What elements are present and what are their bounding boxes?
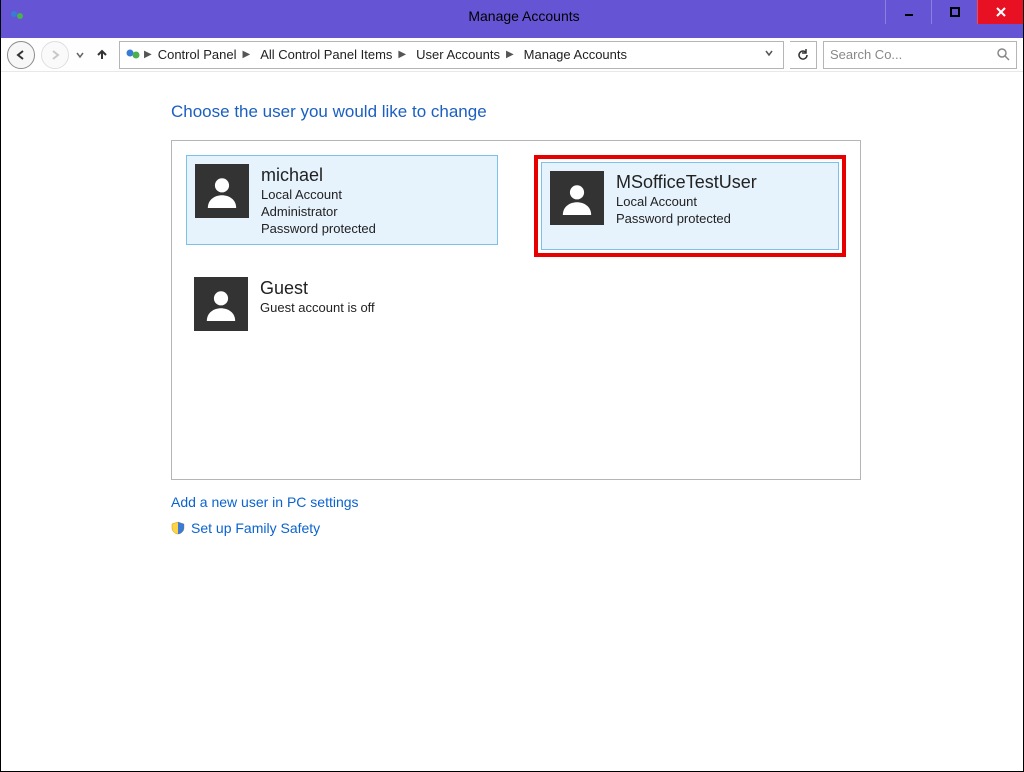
breadcrumb-item[interactable]: User Accounts▶ <box>412 47 518 62</box>
account-password: Password protected <box>616 211 757 228</box>
account-text: michael Local Account Administrator Pass… <box>261 164 376 236</box>
account-text: Guest Guest account is off <box>260 277 375 351</box>
back-button[interactable] <box>7 41 35 69</box>
page-heading: Choose the user you would like to change <box>171 102 1023 122</box>
breadcrumb-item[interactable]: Manage Accounts <box>520 47 631 62</box>
user-accounts-icon <box>124 46 142 64</box>
account-type: Local Account <box>261 187 376 204</box>
account-text: MSofficeTestUser Local Account Password … <box>616 171 757 241</box>
avatar-icon <box>194 277 248 331</box>
search-placeholder: Search Co... <box>830 47 991 62</box>
accounts-panel: michael Local Account Administrator Pass… <box>171 140 861 480</box>
content-area: Choose the user you would like to change… <box>1 72 1023 771</box>
add-user-link[interactable]: Add a new user in PC settings <box>171 494 1023 510</box>
up-button[interactable] <box>91 44 113 66</box>
titlebar: Manage Accounts <box>1 0 1023 32</box>
account-card-msofficetestuser[interactable]: MSofficeTestUser Local Account Password … <box>534 155 846 257</box>
account-status: Guest account is off <box>260 300 375 317</box>
chevron-right-icon: ▶ <box>144 49 152 60</box>
search-icon <box>997 48 1010 61</box>
account-password: Password protected <box>261 221 376 238</box>
close-button[interactable] <box>977 0 1023 24</box>
maximize-button[interactable] <box>931 0 977 24</box>
window-title: Manage Accounts <box>25 8 1023 24</box>
account-name: michael <box>261 164 376 187</box>
history-dropdown[interactable] <box>75 42 85 68</box>
breadcrumb-dropdown[interactable] <box>759 49 779 60</box>
app-icon <box>9 8 25 24</box>
account-name: MSofficeTestUser <box>616 171 757 194</box>
search-input[interactable]: Search Co... <box>823 41 1017 69</box>
account-type: Local Account <box>616 194 757 211</box>
window-frame: Manage Accounts <box>0 0 1024 772</box>
avatar-icon <box>550 171 604 225</box>
account-role: Administrator <box>261 204 376 221</box>
avatar-icon <box>195 164 249 218</box>
account-card-guest[interactable]: Guest Guest account is off <box>186 269 498 359</box>
shield-icon <box>171 521 185 535</box>
forward-button[interactable] <box>41 41 69 69</box>
refresh-button[interactable] <box>790 41 817 69</box>
window-controls <box>885 0 1023 24</box>
breadcrumb-item[interactable]: Control Panel▶ <box>154 47 254 62</box>
links-section: Add a new user in PC settings Set up Fam… <box>171 494 1023 536</box>
minimize-button[interactable] <box>885 0 931 24</box>
family-safety-link[interactable]: Set up Family Safety <box>171 520 1023 536</box>
account-name: Guest <box>260 277 375 300</box>
address-bar: ▶ Control Panel▶ All Control Panel Items… <box>1 32 1023 72</box>
breadcrumb[interactable]: ▶ Control Panel▶ All Control Panel Items… <box>119 41 784 69</box>
account-card-michael[interactable]: michael Local Account Administrator Pass… <box>186 155 498 245</box>
breadcrumb-item[interactable]: All Control Panel Items▶ <box>256 47 410 62</box>
